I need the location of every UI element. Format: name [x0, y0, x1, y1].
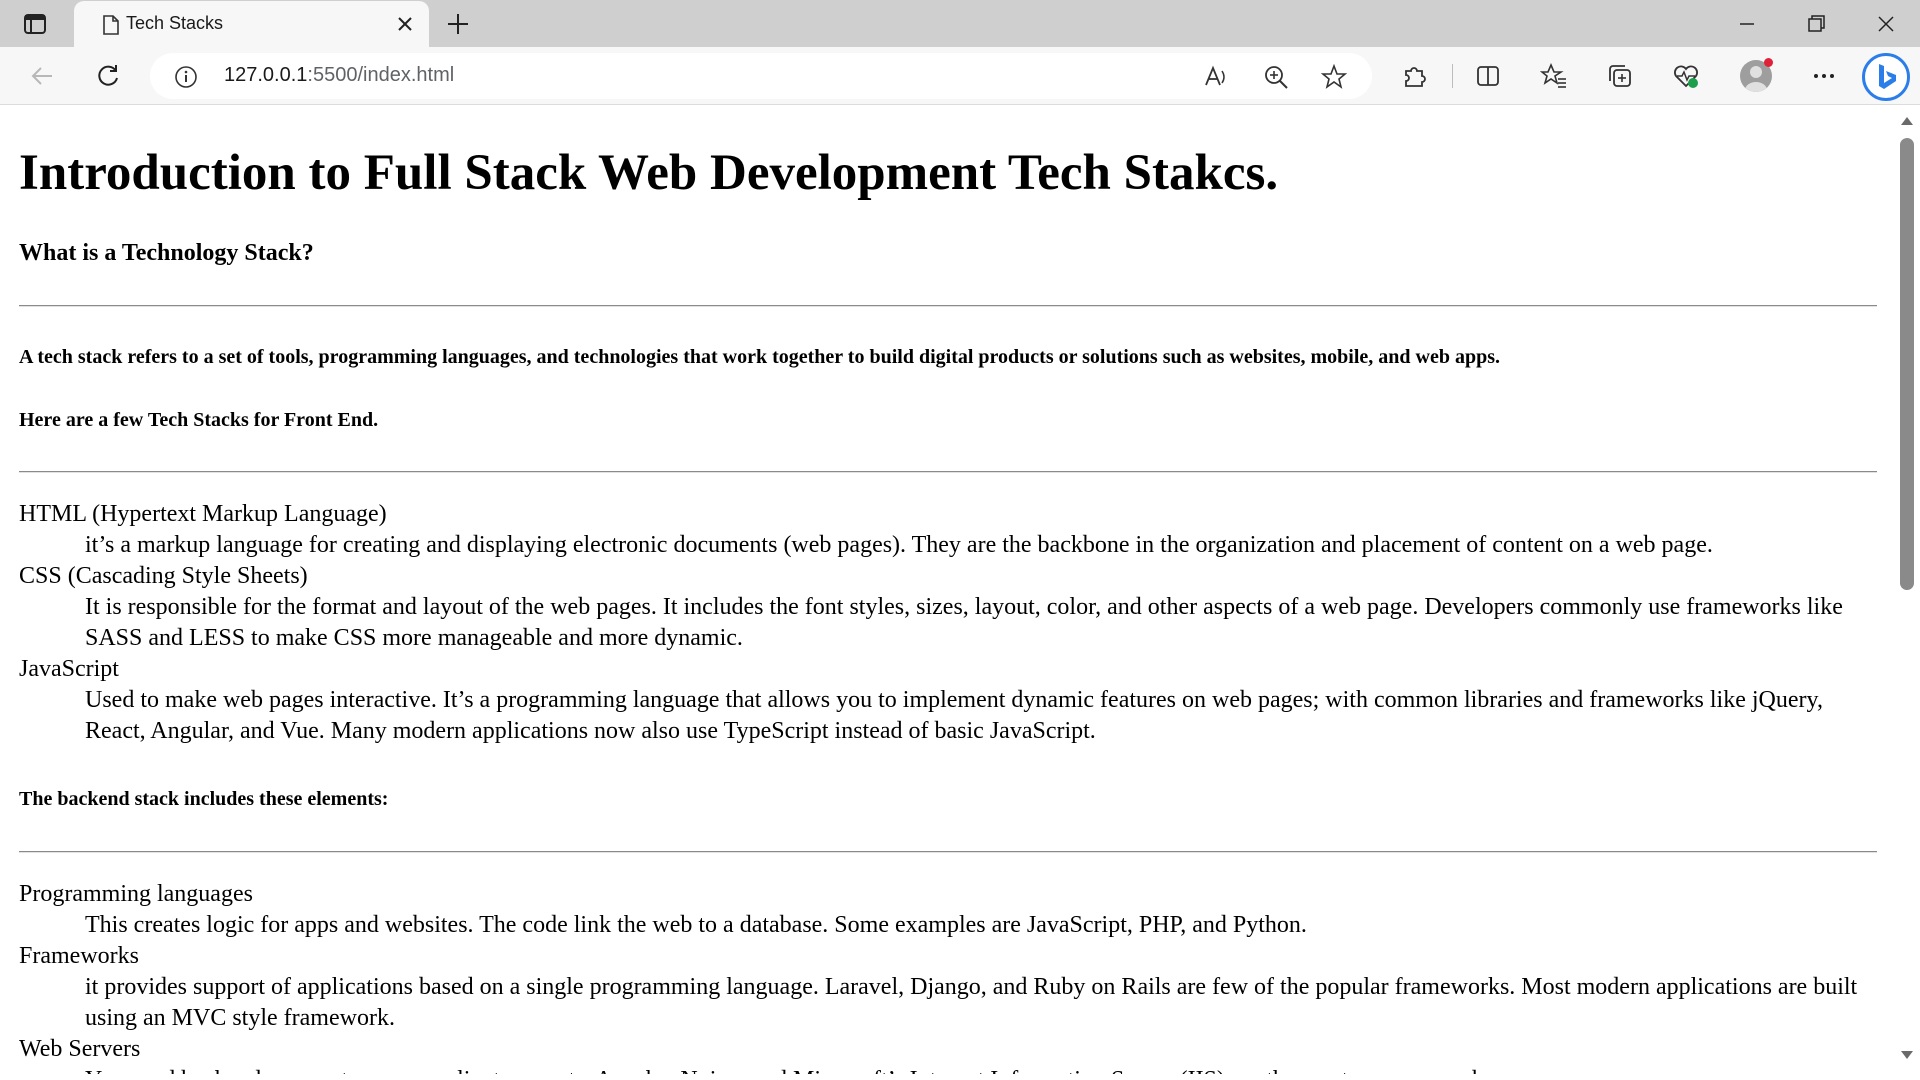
navigation-toolbar: 127.0.0.1:5500/index.html: [0, 47, 1920, 105]
window-close-icon[interactable]: [1872, 10, 1900, 38]
divider: [19, 851, 1877, 853]
page-viewport: Introduction to Full Stack Web Developme…: [6, 106, 1894, 1074]
backend-heading: The backend stack includes these element…: [19, 788, 389, 810]
refresh-icon[interactable]: [94, 62, 122, 90]
tab-tech-stacks[interactable]: Tech Stacks: [74, 1, 429, 47]
url-text[interactable]: 127.0.0.1:5500/index.html: [224, 64, 454, 87]
bing-icon: [1879, 64, 1896, 89]
info-icon[interactable]: [174, 65, 198, 89]
term-javascript: JavaScript: [19, 656, 119, 682]
copilot-button[interactable]: [1862, 53, 1910, 101]
url-path: :5500/index.html: [307, 64, 455, 86]
split-screen-icon[interactable]: [1474, 62, 1502, 90]
term-programming-languages: Programming languages: [19, 881, 253, 907]
plus-icon[interactable]: [444, 10, 472, 38]
desc-programming-languages: This creates logic for apps and websites…: [85, 912, 1307, 938]
page-icon: [103, 15, 119, 35]
page-title: Introduction to Full Stack Web Developme…: [19, 145, 1279, 201]
favorites-icon[interactable]: [1540, 62, 1568, 90]
heart-icon[interactable]: [1672, 62, 1700, 90]
term-css: CSS (Cascading Style Sheets): [19, 563, 308, 589]
desc-web-servers: You need backend servers to manage clien…: [85, 1065, 1877, 1074]
more-icon[interactable]: [1810, 62, 1838, 90]
close-icon[interactable]: [395, 14, 415, 34]
divider: [19, 305, 1877, 307]
collections-icon[interactable]: [1606, 62, 1634, 90]
page-content: Introduction to Full Stack Web Developme…: [19, 106, 1877, 1074]
puzzle-icon[interactable]: [1401, 62, 1429, 90]
desc-html: it’s a markup language for creating and …: [85, 532, 1713, 558]
scrollbar-thumb[interactable]: [1900, 138, 1914, 590]
read-aloud-icon[interactable]: [1202, 63, 1230, 91]
restore-icon[interactable]: [1802, 10, 1830, 38]
frontend-list: HTML (Hypertext Markup Language) it’s a …: [19, 499, 1877, 747]
desc-javascript: Used to make web pages interactive. It’s…: [85, 687, 1823, 744]
star-icon[interactable]: [1320, 63, 1348, 91]
desc-frameworks: it provides support of applications base…: [85, 974, 1858, 1031]
toolbar-divider: [1452, 64, 1453, 88]
term-html: HTML (Hypertext Markup Language): [19, 501, 387, 527]
definition-text: A tech stack refers to a set of tools, p…: [19, 346, 1500, 368]
zoom-icon[interactable]: [1262, 63, 1290, 91]
url-host: 127.0.0.1: [224, 64, 308, 86]
notification-dot: [1764, 58, 1773, 67]
backend-list: Programming languages This creates logic…: [19, 879, 1877, 1074]
address-bar[interactable]: 127.0.0.1:5500/index.html: [150, 53, 1372, 99]
sidebar-toggle-icon: [24, 14, 46, 34]
sidebar-toggle-button[interactable]: [12, 8, 58, 40]
back-arrow-icon[interactable]: [28, 62, 56, 90]
title-bar: Tech Stacks: [0, 0, 1920, 47]
tab-title: Tech Stacks: [126, 13, 224, 33]
scroll-up-icon[interactable]: [1898, 114, 1916, 128]
scroll-down-icon[interactable]: [1898, 1048, 1916, 1062]
section-question: What is a Technology Stack?: [19, 240, 314, 266]
divider: [19, 471, 1877, 473]
term-web-servers: Web Servers: [19, 1036, 141, 1062]
frontend-heading: Here are a few Tech Stacks for Front End…: [19, 409, 379, 431]
minimize-icon[interactable]: [1733, 10, 1761, 38]
desc-css: It is responsible for the format and lay…: [85, 594, 1843, 651]
term-frameworks: Frameworks: [19, 943, 139, 969]
